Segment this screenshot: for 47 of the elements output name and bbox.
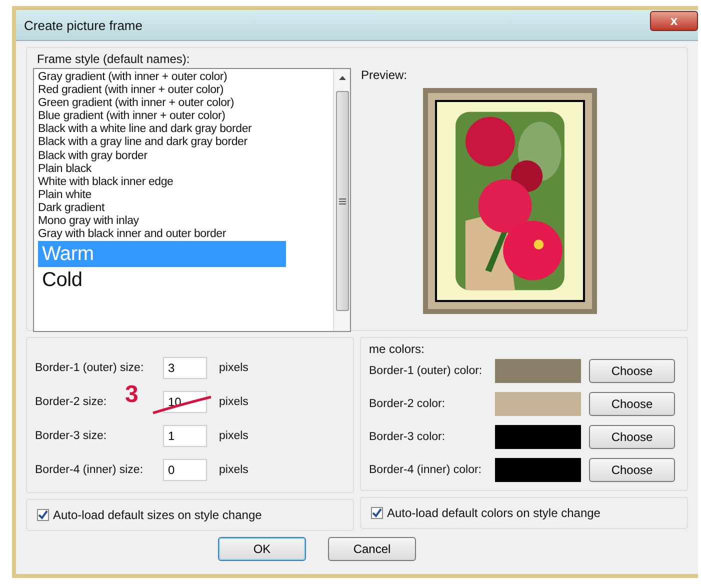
list-item[interactable]: Plain black bbox=[38, 162, 333, 176]
list-item[interactable]: Cold bbox=[38, 267, 286, 294]
field-label: Border-3 color: bbox=[369, 431, 446, 443]
scroll-up-icon bbox=[338, 75, 346, 81]
number-field[interactable]: 1 bbox=[163, 425, 207, 447]
preview-label: Preview: bbox=[361, 68, 408, 82]
scroll-thumb[interactable] bbox=[336, 91, 348, 311]
group-label: Frame style (default names): bbox=[37, 52, 190, 66]
number-field[interactable]: 3 bbox=[163, 357, 207, 379]
unit-label: pixels bbox=[219, 396, 248, 408]
list-item[interactable]: Mono gray with inlay bbox=[38, 215, 333, 228]
handwritten-number: 3 bbox=[125, 381, 138, 409]
grip-icon bbox=[338, 198, 346, 204]
field-label: Border-1 (outer) size: bbox=[35, 362, 145, 374]
list-item[interactable]: Black with a white line and dark gray border bbox=[38, 123, 333, 136]
field-label: Border-3 size: bbox=[35, 430, 108, 442]
unit-label: pixels bbox=[219, 464, 248, 476]
field-label: Border-4 (inner) color: bbox=[369, 464, 482, 476]
list-item[interactable]: Green gradient (with inner + outer color) bbox=[38, 97, 333, 110]
number-field[interactable]: 0 bbox=[163, 459, 207, 481]
choose-button[interactable]: Choose bbox=[589, 359, 675, 383]
checkmark-icon bbox=[372, 508, 382, 518]
choose-button[interactable]: Choose bbox=[589, 392, 675, 416]
group-label: me colors: bbox=[369, 342, 426, 356]
close-button[interactable]: x bbox=[650, 11, 698, 31]
list-item[interactable]: White with black inner edge bbox=[38, 176, 333, 189]
choose-button[interactable]: Choose bbox=[589, 425, 675, 449]
list-item[interactable]: Gray with black inner and outer border bbox=[38, 228, 333, 242]
list-item[interactable]: Black with a gray line and dark gray border bbox=[38, 136, 333, 150]
cancel-button[interactable]: Cancel bbox=[328, 537, 416, 561]
checkmark-icon bbox=[38, 510, 48, 520]
list-item[interactable]: Plain white bbox=[38, 188, 333, 202]
list-item[interactable]: Black with gray border bbox=[38, 150, 333, 163]
list-item[interactable]: Gray gradient (with inner + outer color) bbox=[38, 71, 333, 84]
field-label: Border-2 color: bbox=[369, 398, 446, 410]
field-label: Border-1 (outer) color: bbox=[369, 365, 484, 377]
list-item[interactable]: Dark gradient bbox=[38, 202, 333, 216]
unit-label: pixels bbox=[219, 362, 248, 374]
scrollbar[interactable] bbox=[333, 69, 350, 331]
list-item[interactable]: Blue gradient (with inner + outer color) bbox=[38, 110, 333, 124]
window-title: Create picture frame bbox=[24, 18, 142, 32]
list-item[interactable]: Red gradient (with inner + outer color) bbox=[38, 84, 333, 98]
ok-button[interactable]: OK bbox=[218, 537, 306, 561]
unit-label: pixels bbox=[219, 430, 248, 442]
field-label: Border-4 (inner) size: bbox=[35, 464, 144, 476]
choose-button[interactable]: Choose bbox=[589, 458, 675, 482]
field-label: Border-2 size: bbox=[35, 396, 108, 408]
